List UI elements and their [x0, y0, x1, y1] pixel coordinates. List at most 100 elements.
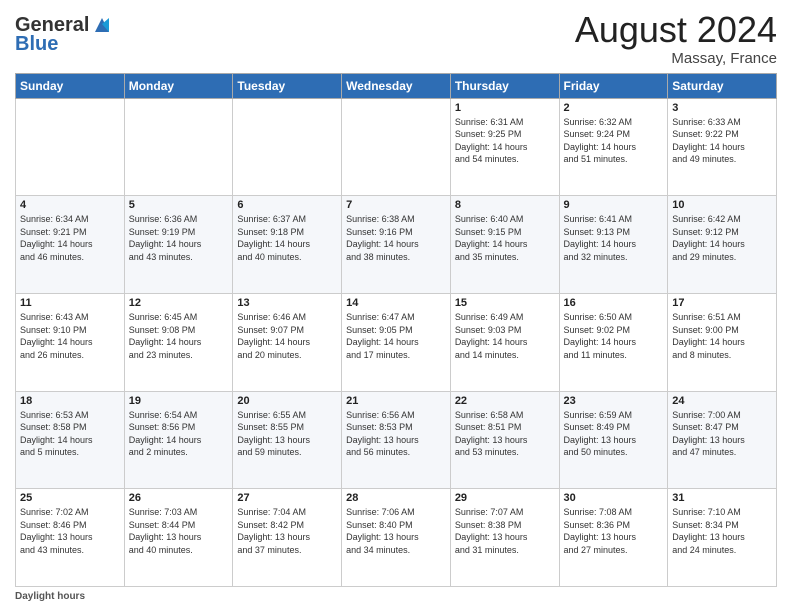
- day-info: Sunrise: 7:06 AM Sunset: 8:40 PM Dayligh…: [346, 506, 446, 556]
- week-row-1: 4 Sunrise: 6:34 AM Sunset: 9:21 PM Daylig…: [16, 196, 777, 294]
- day-number: 8: [455, 199, 555, 211]
- cell-w0-d1: [124, 98, 233, 196]
- day-info: Sunrise: 6:45 AM Sunset: 9:08 PM Dayligh…: [129, 311, 229, 361]
- cell-w2-d4: 15Sunrise: 6:49 AM Sunset: 9:03 PM Dayli…: [450, 293, 559, 391]
- col-header-wednesday: Wednesday: [342, 73, 451, 98]
- day-info: Sunrise: 6:58 AM Sunset: 8:51 PM Dayligh…: [455, 409, 555, 459]
- day-number: 9: [564, 199, 664, 211]
- day-number: 1: [455, 102, 555, 114]
- day-info: Sunrise: 7:10 AM Sunset: 8:34 PM Dayligh…: [672, 506, 772, 556]
- cell-w3-d5: 23 Sunrise: 6:59 AM Sunset: 8:49 PM Dayli…: [559, 391, 668, 489]
- day-info: Sunrise: 6:55 AM Sunset: 8:55 PM Dayligh…: [237, 409, 337, 459]
- cell-w1-d4: 8 Sunrise: 6:40 AM Sunset: 9:15 PM Daylig…: [450, 196, 559, 294]
- day-number: 25: [20, 492, 120, 504]
- day-number: 13: [237, 297, 337, 309]
- col-header-tuesday: Tuesday: [233, 73, 342, 98]
- day-info: Sunrise: 7:00 AM Sunset: 8:47 PM Dayligh…: [672, 409, 772, 459]
- day-info: Sunrise: 6:33 AM Sunset: 9:22 PM Dayligh…: [672, 116, 772, 166]
- day-number: 23: [564, 395, 664, 407]
- day-number: 11: [20, 297, 120, 309]
- day-info: Sunrise: 6:32 AM Sunset: 9:24 PM Dayligh…: [564, 116, 664, 166]
- day-info: Sunrise: 7:07 AM Sunset: 8:38 PM Dayligh…: [455, 506, 555, 556]
- day-number: 22: [455, 395, 555, 407]
- day-number: 2: [564, 102, 664, 114]
- day-number: 18: [20, 395, 120, 407]
- day-number: 6: [237, 199, 337, 211]
- cell-w4-d6: 31 Sunrise: 7:10 AM Sunset: 8:34 PM Dayli…: [668, 489, 777, 587]
- day-info: Sunrise: 6:54 AM Sunset: 8:56 PM Dayligh…: [129, 409, 229, 459]
- day-info: Sunrise: 6:47 AM Sunset: 9:05 PM Dayligh…: [346, 311, 446, 361]
- cell-w3-d3: 21 Sunrise: 6:56 AM Sunset: 8:53 PM Dayli…: [342, 391, 451, 489]
- location: Massay, France: [575, 50, 777, 67]
- day-number: 12: [129, 297, 229, 309]
- cell-w4-d4: 29 Sunrise: 7:07 AM Sunset: 8:38 PM Dayli…: [450, 489, 559, 587]
- cell-w2-d2: 13 Sunrise: 6:46 AM Sunset: 9:07 PM Dayli…: [233, 293, 342, 391]
- day-info: Sunrise: 6:34 AM Sunset: 9:21 PM Dayligh…: [20, 213, 120, 263]
- day-info: Sunrise: 6:56 AM Sunset: 8:53 PM Dayligh…: [346, 409, 446, 459]
- day-number: 26: [129, 492, 229, 504]
- col-header-sunday: Sunday: [16, 73, 125, 98]
- month-title: August 2024: [575, 10, 777, 50]
- cell-w1-d0: 4 Sunrise: 6:34 AM Sunset: 9:21 PM Daylig…: [16, 196, 125, 294]
- day-info: Sunrise: 6:53 AM Sunset: 8:58 PM Dayligh…: [20, 409, 120, 459]
- day-number: 16: [564, 297, 664, 309]
- day-number: 7: [346, 199, 446, 211]
- day-info: Sunrise: 6:36 AM Sunset: 9:19 PM Dayligh…: [129, 213, 229, 263]
- day-info: Sunrise: 6:46 AM Sunset: 9:07 PM Dayligh…: [237, 311, 337, 361]
- cell-w0-d0: [16, 98, 125, 196]
- cell-w0-d6: 3 Sunrise: 6:33 AM Sunset: 9:22 PM Daylig…: [668, 98, 777, 196]
- day-number: 31: [672, 492, 772, 504]
- calendar-table: Sunday Monday Tuesday Wednesday Thursday…: [15, 73, 777, 587]
- day-info: Sunrise: 6:59 AM Sunset: 8:49 PM Dayligh…: [564, 409, 664, 459]
- day-number: 24: [672, 395, 772, 407]
- day-number: 27: [237, 492, 337, 504]
- cell-w1-d3: 7 Sunrise: 6:38 AM Sunset: 9:16 PM Daylig…: [342, 196, 451, 294]
- logo: General Blue: [15, 14, 113, 56]
- page: General Blue August 2024 Massay, France …: [0, 0, 792, 612]
- header: General Blue August 2024 Massay, France: [15, 10, 777, 67]
- cell-w4-d2: 27 Sunrise: 7:04 AM Sunset: 8:42 PM Dayli…: [233, 489, 342, 587]
- cell-w0-d5: 2 Sunrise: 6:32 AM Sunset: 9:24 PM Daylig…: [559, 98, 668, 196]
- week-row-0: 1 Sunrise: 6:31 AM Sunset: 9:25 PM Daylig…: [16, 98, 777, 196]
- cell-w2-d5: 16Sunrise: 6:50 AM Sunset: 9:02 PM Dayli…: [559, 293, 668, 391]
- day-number: 19: [129, 395, 229, 407]
- day-number: 30: [564, 492, 664, 504]
- day-info: Sunrise: 6:31 AM Sunset: 9:25 PM Dayligh…: [455, 116, 555, 166]
- week-row-3: 18 Sunrise: 6:53 AM Sunset: 8:58 PM Dayli…: [16, 391, 777, 489]
- cell-w2-d1: 12 Sunrise: 6:45 AM Sunset: 9:08 PM Dayli…: [124, 293, 233, 391]
- cell-w1-d1: 5 Sunrise: 6:36 AM Sunset: 9:19 PM Daylig…: [124, 196, 233, 294]
- calendar-header-row: Sunday Monday Tuesday Wednesday Thursday…: [16, 73, 777, 98]
- cell-w3-d6: 24 Sunrise: 7:00 AM Sunset: 8:47 PM Dayli…: [668, 391, 777, 489]
- col-header-saturday: Saturday: [668, 73, 777, 98]
- week-row-2: 11Sunrise: 6:43 AM Sunset: 9:10 PM Dayli…: [16, 293, 777, 391]
- col-header-thursday: Thursday: [450, 73, 559, 98]
- day-number: 21: [346, 395, 446, 407]
- day-number: 28: [346, 492, 446, 504]
- day-info: Sunrise: 7:04 AM Sunset: 8:42 PM Dayligh…: [237, 506, 337, 556]
- cell-w4-d5: 30 Sunrise: 7:08 AM Sunset: 8:36 PM Dayli…: [559, 489, 668, 587]
- cell-w3-d4: 22 Sunrise: 6:58 AM Sunset: 8:51 PM Dayli…: [450, 391, 559, 489]
- day-number: 3: [672, 102, 772, 114]
- day-number: 15: [455, 297, 555, 309]
- cell-w4-d1: 26Sunrise: 7:03 AM Sunset: 8:44 PM Dayli…: [124, 489, 233, 587]
- cell-w1-d2: 6Sunrise: 6:37 AM Sunset: 9:18 PM Daylig…: [233, 196, 342, 294]
- day-info: Sunrise: 7:08 AM Sunset: 8:36 PM Dayligh…: [564, 506, 664, 556]
- cell-w2-d0: 11Sunrise: 6:43 AM Sunset: 9:10 PM Dayli…: [16, 293, 125, 391]
- cell-w4-d3: 28 Sunrise: 7:06 AM Sunset: 8:40 PM Dayli…: [342, 489, 451, 587]
- day-number: 20: [237, 395, 337, 407]
- day-number: 14: [346, 297, 446, 309]
- col-header-friday: Friday: [559, 73, 668, 98]
- cell-w3-d2: 20 Sunrise: 6:55 AM Sunset: 8:55 PM Dayli…: [233, 391, 342, 489]
- cell-w1-d6: 10Sunrise: 6:42 AM Sunset: 9:12 PM Dayli…: [668, 196, 777, 294]
- day-info: Sunrise: 6:38 AM Sunset: 9:16 PM Dayligh…: [346, 213, 446, 263]
- footer-label: Daylight hours: [15, 591, 85, 602]
- day-number: 4: [20, 199, 120, 211]
- day-info: Sunrise: 6:40 AM Sunset: 9:15 PM Dayligh…: [455, 213, 555, 263]
- day-number: 10: [672, 199, 772, 211]
- day-number: 29: [455, 492, 555, 504]
- day-number: 17: [672, 297, 772, 309]
- week-row-4: 25Sunrise: 7:02 AM Sunset: 8:46 PM Dayli…: [16, 489, 777, 587]
- day-number: 5: [129, 199, 229, 211]
- col-header-monday: Monday: [124, 73, 233, 98]
- logo-icon: [91, 14, 113, 36]
